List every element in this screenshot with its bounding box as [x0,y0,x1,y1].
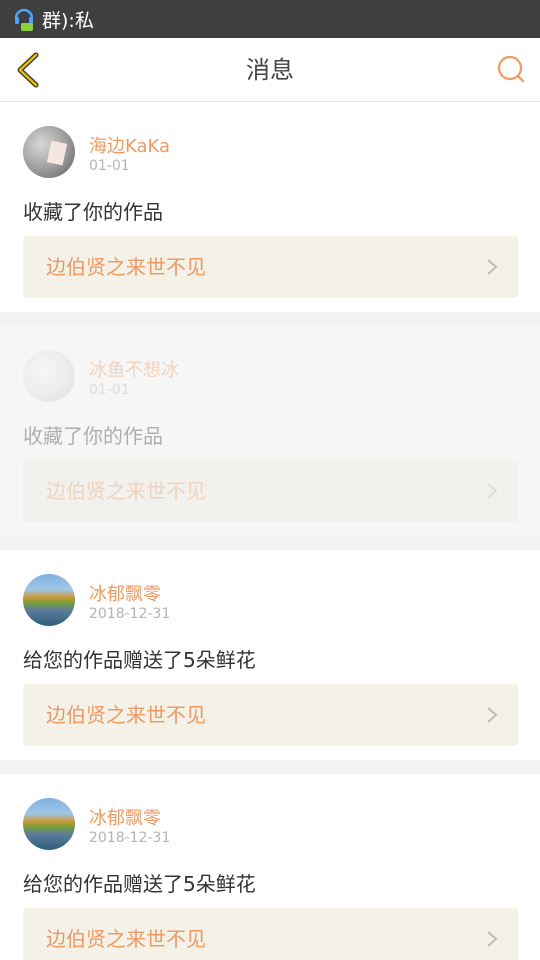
page-title: 消息 [246,56,294,84]
message-text: 给您的作品赠送了5朵鲜花 [23,872,256,896]
status-bar: 群):私 [0,0,540,38]
message-date: 2018-12-31 [89,606,171,622]
work-link[interactable]: 边伯贤之来世不见 [23,460,518,522]
message-text: 收藏了你的作品 [23,200,163,224]
message-card[interactable]: 冰郁飘零 2018-12-31 给您的作品赠送了5朵鲜花 边伯贤之来世不见 [0,550,540,760]
work-title: 边伯贤之来世不见 [46,479,206,503]
message-card[interactable]: 冰鱼不想冰 01-01 收藏了你的作品 边伯贤之来世不见 [0,326,540,536]
work-link[interactable]: 边伯贤之来世不见 [23,684,518,746]
chevron-right-icon [487,931,498,947]
username[interactable]: 海边KaKa [89,132,170,158]
message-text: 给您的作品赠送了5朵鲜花 [23,648,256,672]
chevron-right-icon [487,707,498,723]
message-date: 01-01 [89,158,130,174]
chat-notification-icon [14,8,34,31]
message-card[interactable]: 海边KaKa 01-01 收藏了你的作品 边伯贤之来世不见 [0,102,540,312]
chevron-right-icon [487,259,498,275]
messages-screen: 群):私 消息 海边KaKa 01-01 收藏了你的作品 边伯贤之来世不见 冰鱼… [0,0,540,960]
avatar[interactable] [23,126,75,178]
avatar[interactable] [23,350,75,402]
header-bar: 消息 [0,38,540,102]
username[interactable]: 冰郁飘零 [89,804,161,830]
avatar[interactable] [23,574,75,626]
status-text: 群):私 [42,9,94,32]
work-title: 边伯贤之来世不见 [46,703,206,727]
work-title: 边伯贤之来世不见 [46,255,206,279]
work-title: 边伯贤之来世不见 [46,927,206,951]
work-link[interactable]: 边伯贤之来世不见 [23,908,518,960]
message-text: 收藏了你的作品 [23,424,163,448]
search-icon[interactable] [496,54,526,84]
chevron-right-icon [487,483,498,499]
message-date: 01-01 [89,382,130,398]
username[interactable]: 冰鱼不想冰 [89,356,179,382]
username[interactable]: 冰郁飘零 [89,580,161,606]
message-date: 2018-12-31 [89,830,171,846]
message-card[interactable]: 冰郁飘零 2018-12-31 给您的作品赠送了5朵鲜花 边伯贤之来世不见 [0,774,540,960]
work-link[interactable]: 边伯贤之来世不见 [23,236,518,298]
avatar[interactable] [23,798,75,850]
